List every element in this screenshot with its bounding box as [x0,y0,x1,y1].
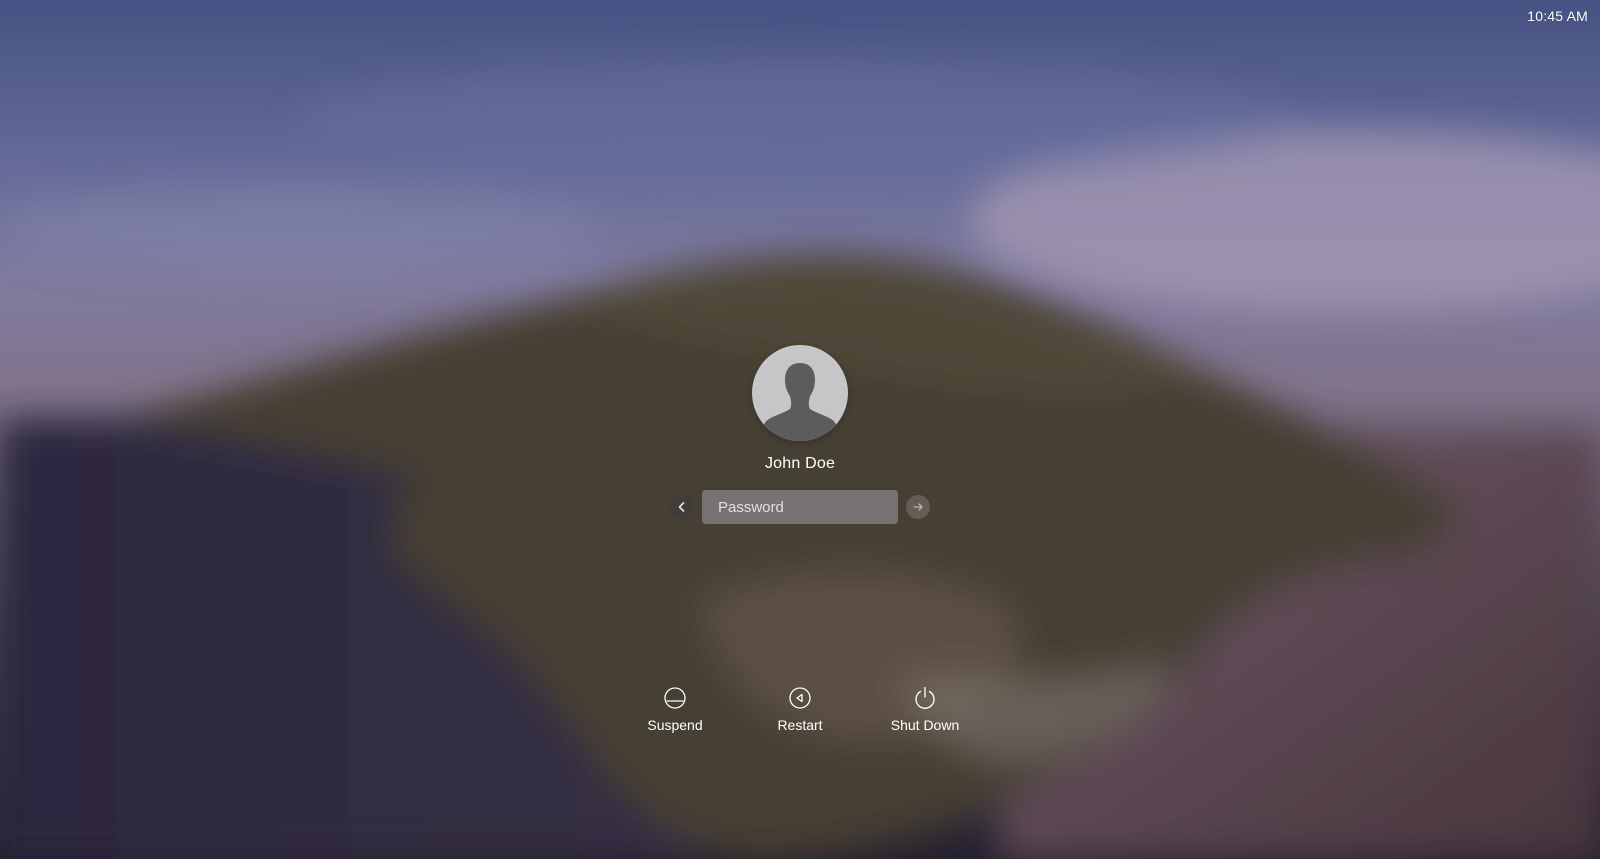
suspend-label: Suspend [647,717,703,733]
restart-button[interactable]: Restart [738,685,863,733]
password-input[interactable] [702,490,898,524]
login-panel: John Doe [0,345,1600,524]
power-icon [912,685,938,711]
password-row [670,490,930,524]
user-name: John Doe [764,455,836,472]
person-silhouette-icon [760,363,840,441]
clock: 10:45 AM [1527,8,1588,24]
shut-down-button[interactable]: Shut Down [863,685,988,733]
back-button[interactable] [670,495,694,519]
submit-button[interactable] [906,495,930,519]
login-screen: 10:45 AM John Doe Suspend Restart Shut D… [0,0,1600,859]
shut-down-label: Shut Down [890,717,960,733]
arrow-right-icon [913,503,923,511]
power-actions: Suspend Restart Shut Down [0,685,1600,733]
restart-label: Restart [777,717,823,733]
user-avatar[interactable] [752,345,848,441]
chevron-left-icon [678,502,685,512]
restart-icon [787,685,813,711]
suspend-icon [662,685,688,711]
suspend-button[interactable]: Suspend [613,685,738,733]
